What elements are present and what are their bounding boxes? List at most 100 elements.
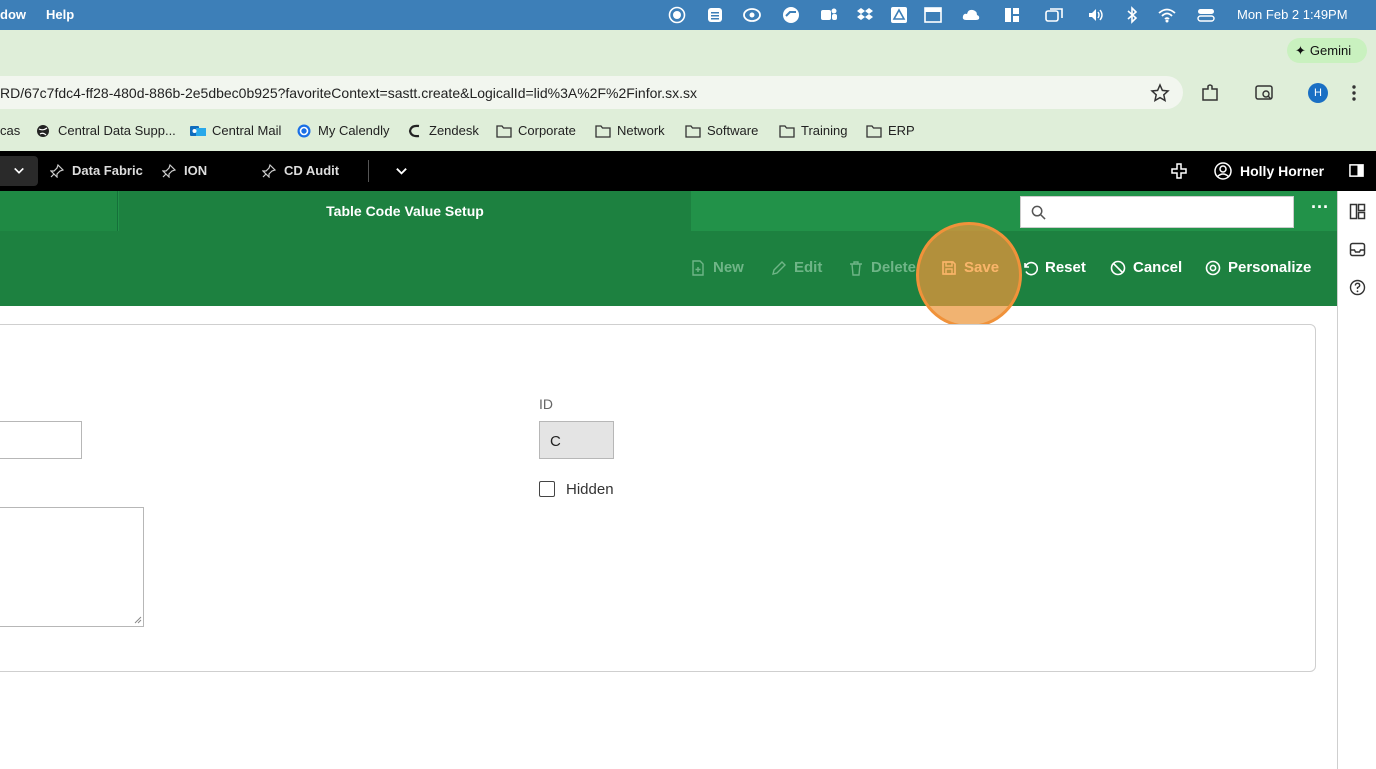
chevron-down-icon — [14, 167, 24, 174]
list-icon[interactable] — [706, 6, 724, 24]
volume-icon[interactable] — [1087, 6, 1105, 24]
cancel-icon — [1110, 260, 1126, 275]
text-field[interactable] — [0, 421, 82, 459]
header-left-tab[interactable] — [0, 191, 118, 231]
bookmark-item[interactable]: My Calendly — [296, 123, 390, 138]
bookmark-item[interactable]: ERP — [866, 123, 915, 138]
bookmark-item[interactable]: Central Mail — [190, 123, 281, 138]
window-icon[interactable] — [924, 6, 942, 24]
hidden-checkbox-label[interactable]: Hidden — [566, 481, 614, 498]
wifi-icon[interactable] — [1158, 6, 1176, 24]
vpn-icon[interactable] — [782, 6, 800, 24]
bookmark-item[interactable]: Zendesk — [407, 123, 479, 138]
user-icon — [1214, 162, 1232, 180]
bookmark-item[interactable]: cas — [0, 123, 20, 138]
screens-icon[interactable] — [1045, 6, 1063, 24]
hidden-checkbox[interactable] — [539, 481, 555, 497]
id-field[interactable]: C — [539, 421, 614, 459]
profile-avatar[interactable]: H — [1308, 83, 1328, 103]
bookmark-item[interactable]: Corporate — [496, 123, 576, 138]
add-widget-icon[interactable] — [1171, 163, 1187, 179]
bookmark-item[interactable]: Network — [595, 123, 665, 138]
cloud-icon[interactable] — [962, 6, 980, 24]
personalize-gear-icon — [1205, 260, 1221, 275]
right-side-rail — [1337, 191, 1376, 769]
description-textarea[interactable] — [0, 507, 144, 627]
drive-icon[interactable] — [890, 6, 908, 24]
reset-icon — [1024, 261, 1038, 275]
dashboard-icon[interactable] — [1003, 6, 1021, 24]
panel-toggle-icon[interactable] — [1349, 163, 1364, 178]
bookmark-star-icon[interactable] — [1150, 83, 1170, 103]
search-input[interactable] — [1020, 196, 1294, 228]
user-name: Holly Horner — [1240, 163, 1325, 179]
folder-icon — [866, 124, 882, 138]
bookmark-item[interactable]: Central Data Supp... — [36, 123, 176, 138]
bookmark-label: Central Mail — [212, 123, 282, 138]
url-text[interactable]: RD/67c7fdc4-ff28-480d-886b-2e5dbec0b925?… — [0, 85, 697, 101]
help-icon[interactable] — [1349, 279, 1366, 296]
address-bar[interactable]: RD/67c7fdc4-ff28-480d-886b-2e5dbec0b925?… — [0, 76, 1183, 109]
bookmark-item[interactable]: Software — [685, 123, 758, 138]
pencil-icon — [772, 260, 786, 275]
tab-search-icon[interactable] — [1254, 83, 1274, 103]
app-navigation-bar: Data Fabric ION CD Audit Holly Horner — [0, 151, 1376, 191]
more-options-icon[interactable]: ··· — [1310, 198, 1330, 219]
cancel-button[interactable]: Cancel — [1110, 259, 1182, 276]
reset-button[interactable]: Reset — [1022, 259, 1086, 276]
zendesk-icon — [407, 124, 423, 138]
new-label: New — [713, 259, 744, 276]
bookmark-label: ERP — [888, 123, 915, 138]
pinned-tab-ion[interactable]: ION — [162, 151, 207, 191]
bookmarks-bar: cas Central Data Supp... Central Mail My… — [0, 115, 1376, 151]
folder-icon — [685, 124, 701, 138]
pinned-tab-data-fabric[interactable]: Data Fabric — [50, 151, 143, 191]
trash-icon — [850, 260, 862, 276]
folder-icon — [595, 124, 611, 138]
sparkle-icon: ✦ — [1295, 43, 1306, 58]
bookmark-label: cas — [0, 123, 21, 138]
kebab-menu-icon[interactable] — [1344, 83, 1364, 103]
new-button[interactable]: New — [690, 259, 744, 276]
delete-button[interactable]: Delete — [848, 259, 916, 276]
bluetooth-icon[interactable] — [1123, 6, 1141, 24]
id-field-label: ID — [539, 396, 553, 412]
form-card — [0, 324, 1316, 672]
pinned-tab-label: Data Fabric — [72, 163, 143, 178]
menu-bar-clock[interactable]: Mon Feb 2 1:49PM — [1237, 7, 1348, 22]
bookmark-label: Zendesk — [429, 123, 479, 138]
user-menu[interactable]: Holly Horner — [1214, 151, 1324, 191]
more-tabs-chevron-icon[interactable] — [395, 165, 408, 178]
extensions-icon[interactable] — [1200, 83, 1220, 103]
pinned-tab-label: CD Audit — [284, 163, 340, 178]
personalize-label: Personalize — [1228, 259, 1312, 276]
edit-button[interactable]: Edit — [771, 259, 822, 276]
layout-icon[interactable] — [1349, 203, 1366, 220]
pinned-tab-cd-audit[interactable]: CD Audit — [262, 151, 339, 191]
inbox-icon[interactable] — [1349, 241, 1366, 258]
outlook-icon — [190, 124, 206, 138]
bookmark-label: Central Data Supp... — [58, 123, 176, 138]
calendly-icon — [296, 124, 312, 138]
gemini-label: Gemini — [1309, 43, 1352, 58]
record-icon[interactable] — [668, 6, 686, 24]
personalize-button[interactable]: Personalize — [1205, 259, 1311, 276]
delete-label: Delete — [871, 259, 917, 276]
dropbox-icon[interactable] — [856, 6, 874, 24]
folder-icon — [496, 124, 512, 138]
control-center-icon[interactable] — [1197, 6, 1215, 24]
app-tab-current[interactable] — [0, 156, 38, 186]
save-button-overlay[interactable]: Save — [941, 259, 999, 276]
resize-handle-icon[interactable] — [132, 614, 142, 624]
pinned-tab-label: ION — [184, 163, 208, 178]
bookmark-item[interactable]: Training — [779, 123, 847, 138]
gemini-button[interactable]: ✦ Gemini — [1287, 38, 1367, 63]
teams-icon[interactable] — [820, 6, 838, 24]
bookmark-label: Training — [801, 123, 848, 138]
menu-help[interactable]: Help — [46, 7, 74, 22]
creative-cloud-icon[interactable] — [743, 6, 761, 24]
save-label: Save — [964, 259, 1000, 276]
pin-icon — [162, 164, 176, 178]
menu-window[interactable]: dow — [0, 7, 26, 22]
cancel-label: Cancel — [1133, 259, 1183, 276]
